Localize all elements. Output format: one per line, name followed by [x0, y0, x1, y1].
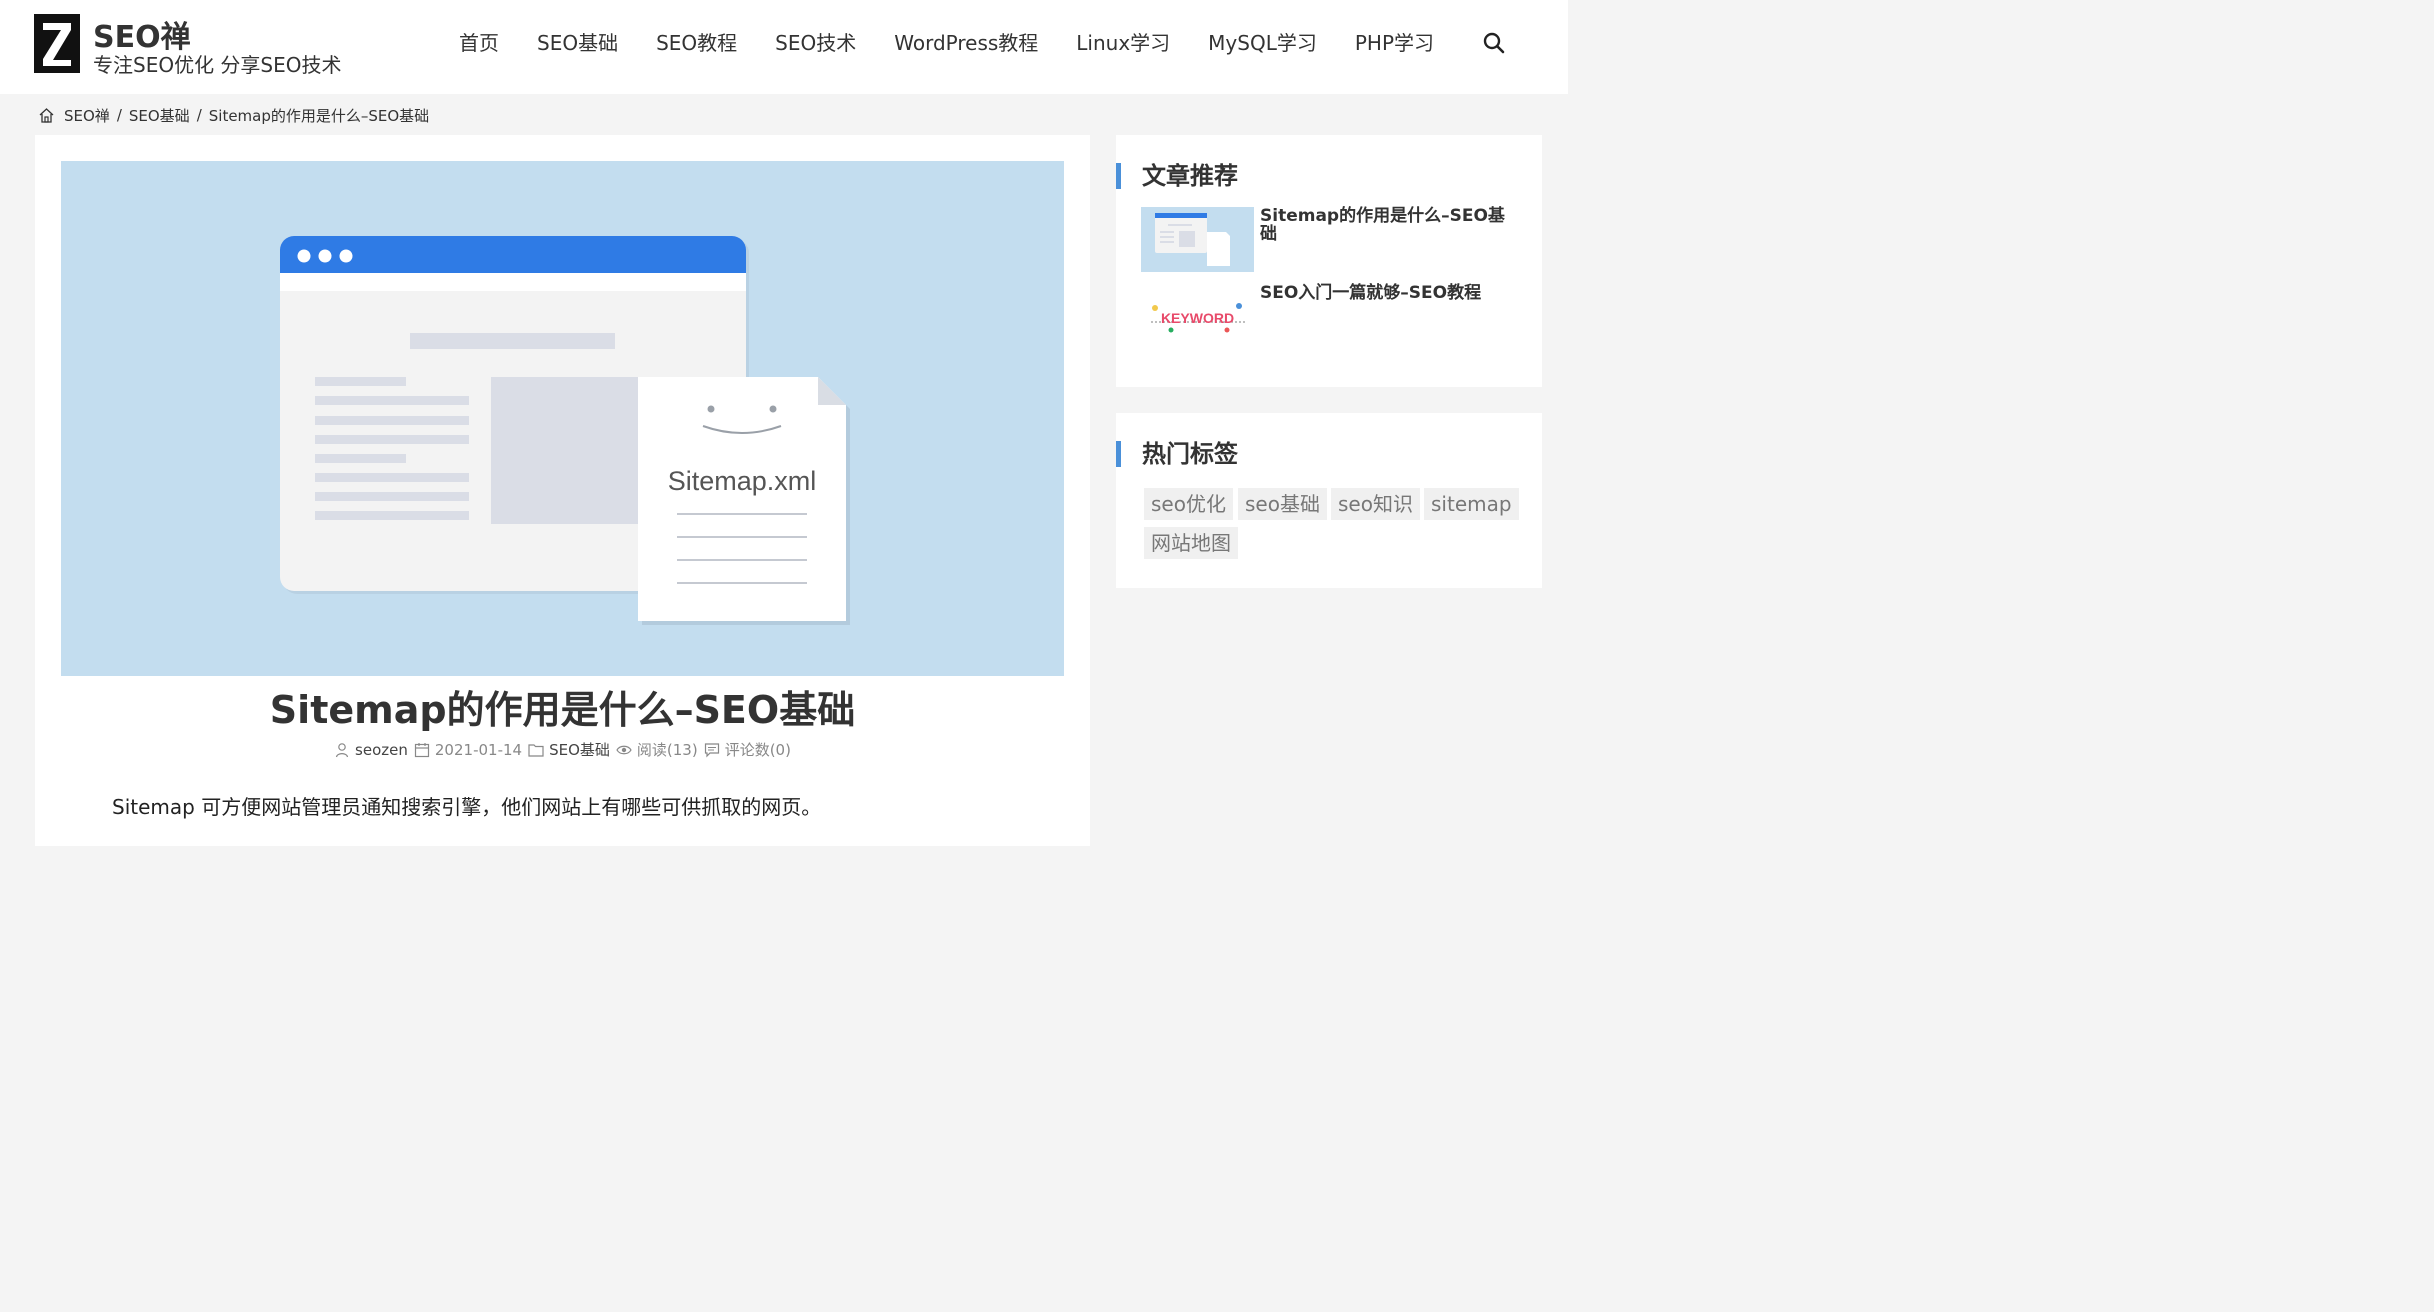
- home-icon[interactable]: [38, 107, 55, 124]
- tag-item[interactable]: 网站地图: [1144, 527, 1238, 559]
- article-author[interactable]: seozen: [355, 741, 408, 759]
- breadcrumb-separator: /: [116, 106, 122, 124]
- main-nav: 首页 SEO基础 SEO教程 SEO技术 WordPress教程 Linux学习…: [440, 28, 1453, 58]
- nav-item-seo-basics[interactable]: SEO基础: [518, 28, 637, 58]
- nav-item-seo-tutorial[interactable]: SEO教程: [637, 28, 756, 58]
- tag-cloud: seo优化 seo基础 seo知识 sitemap 网站地图: [1144, 488, 1524, 568]
- search-icon[interactable]: [1482, 31, 1506, 55]
- nav-item-wordpress[interactable]: WordPress教程: [875, 28, 1057, 58]
- breadcrumb-separator: /: [196, 106, 202, 124]
- eye-icon: [616, 745, 632, 754]
- article-date: 2021-01-14: [434, 740, 523, 759]
- thumb-keyword-text: KEYWORD: [1161, 310, 1234, 326]
- hero-filename-label: Sitemap.xml: [668, 466, 817, 496]
- nav-item-home[interactable]: 首页: [440, 28, 518, 58]
- article-card: Sitemap.xml Sitemap的作用是什么–SEO基础 seozen 2…: [35, 135, 1090, 846]
- tag-item[interactable]: seo优化: [1144, 488, 1233, 520]
- folder-icon: [528, 743, 544, 757]
- article-intro: Sitemap 可方便网站管理员通知搜索引擎，他们网站上有哪些可供抓取的网页。: [112, 795, 822, 819]
- widget-title-recommended: 文章推荐: [1116, 163, 1238, 189]
- breadcrumb-category[interactable]: SEO基础: [129, 105, 190, 126]
- post-title[interactable]: SEO入门一篇就够–SEO教程: [1260, 284, 1520, 302]
- article-category[interactable]: SEO基础: [549, 739, 610, 760]
- recommended-post-item[interactable]: Sitemap的作用是什么–SEO基础: [1141, 207, 1521, 273]
- breadcrumb-home[interactable]: SEO禅: [64, 105, 110, 126]
- breadcrumb-current: Sitemap的作用是什么–SEO基础: [208, 106, 430, 125]
- recommended-widget: 文章推荐 Sitemap的作用是什么–SEO基础 KEYWORD SEO入门一篇…: [1116, 135, 1542, 387]
- author-icon: [335, 742, 349, 757]
- site-header: SEO禅 专注SEO优化 分享SEO技术 首页 SEO基础 SEO教程 SEO技…: [0, 0, 1568, 94]
- article-title: Sitemap的作用是什么–SEO基础: [269, 688, 856, 732]
- recommended-post-item[interactable]: KEYWORD SEO入门一篇就够–SEO教程: [1141, 284, 1521, 350]
- calendar-icon: [414, 742, 429, 757]
- sitemap-illustration: Sitemap.xml: [280, 236, 850, 625]
- widget-title-hot-tags: 热门标签: [1116, 441, 1238, 467]
- article-meta: seozen 2021-01-14 SEO基础 阅读(13) 评论数(0): [35, 739, 1090, 760]
- nav-item-mysql[interactable]: MySQL学习: [1189, 28, 1336, 58]
- nav-item-php[interactable]: PHP学习: [1336, 28, 1453, 58]
- tag-item[interactable]: seo知识: [1331, 488, 1420, 520]
- site-tagline: 专注SEO优化 分享SEO技术: [93, 53, 342, 77]
- comment-icon: [704, 742, 719, 757]
- breadcrumb: SEO禅 / SEO基础 / Sitemap的作用是什么–SEO基础: [38, 104, 429, 126]
- article-views: 阅读(13): [636, 741, 698, 759]
- tag-item[interactable]: sitemap: [1424, 488, 1519, 520]
- site-logo-icon[interactable]: [34, 14, 80, 73]
- nav-item-linux[interactable]: Linux学习: [1057, 28, 1189, 58]
- post-thumbnail[interactable]: KEYWORD: [1141, 284, 1254, 349]
- article-comments[interactable]: 评论数(0): [725, 739, 791, 760]
- post-title[interactable]: Sitemap的作用是什么–SEO基础: [1260, 207, 1520, 243]
- post-thumbnail[interactable]: [1141, 207, 1254, 272]
- hot-tags-widget: 热门标签 seo优化 seo基础 seo知识 sitemap 网站地图: [1116, 413, 1542, 588]
- tag-item[interactable]: seo基础: [1238, 488, 1327, 520]
- article-hero-image: Sitemap.xml: [61, 161, 1064, 676]
- nav-item-seo-tech[interactable]: SEO技术: [756, 28, 875, 58]
